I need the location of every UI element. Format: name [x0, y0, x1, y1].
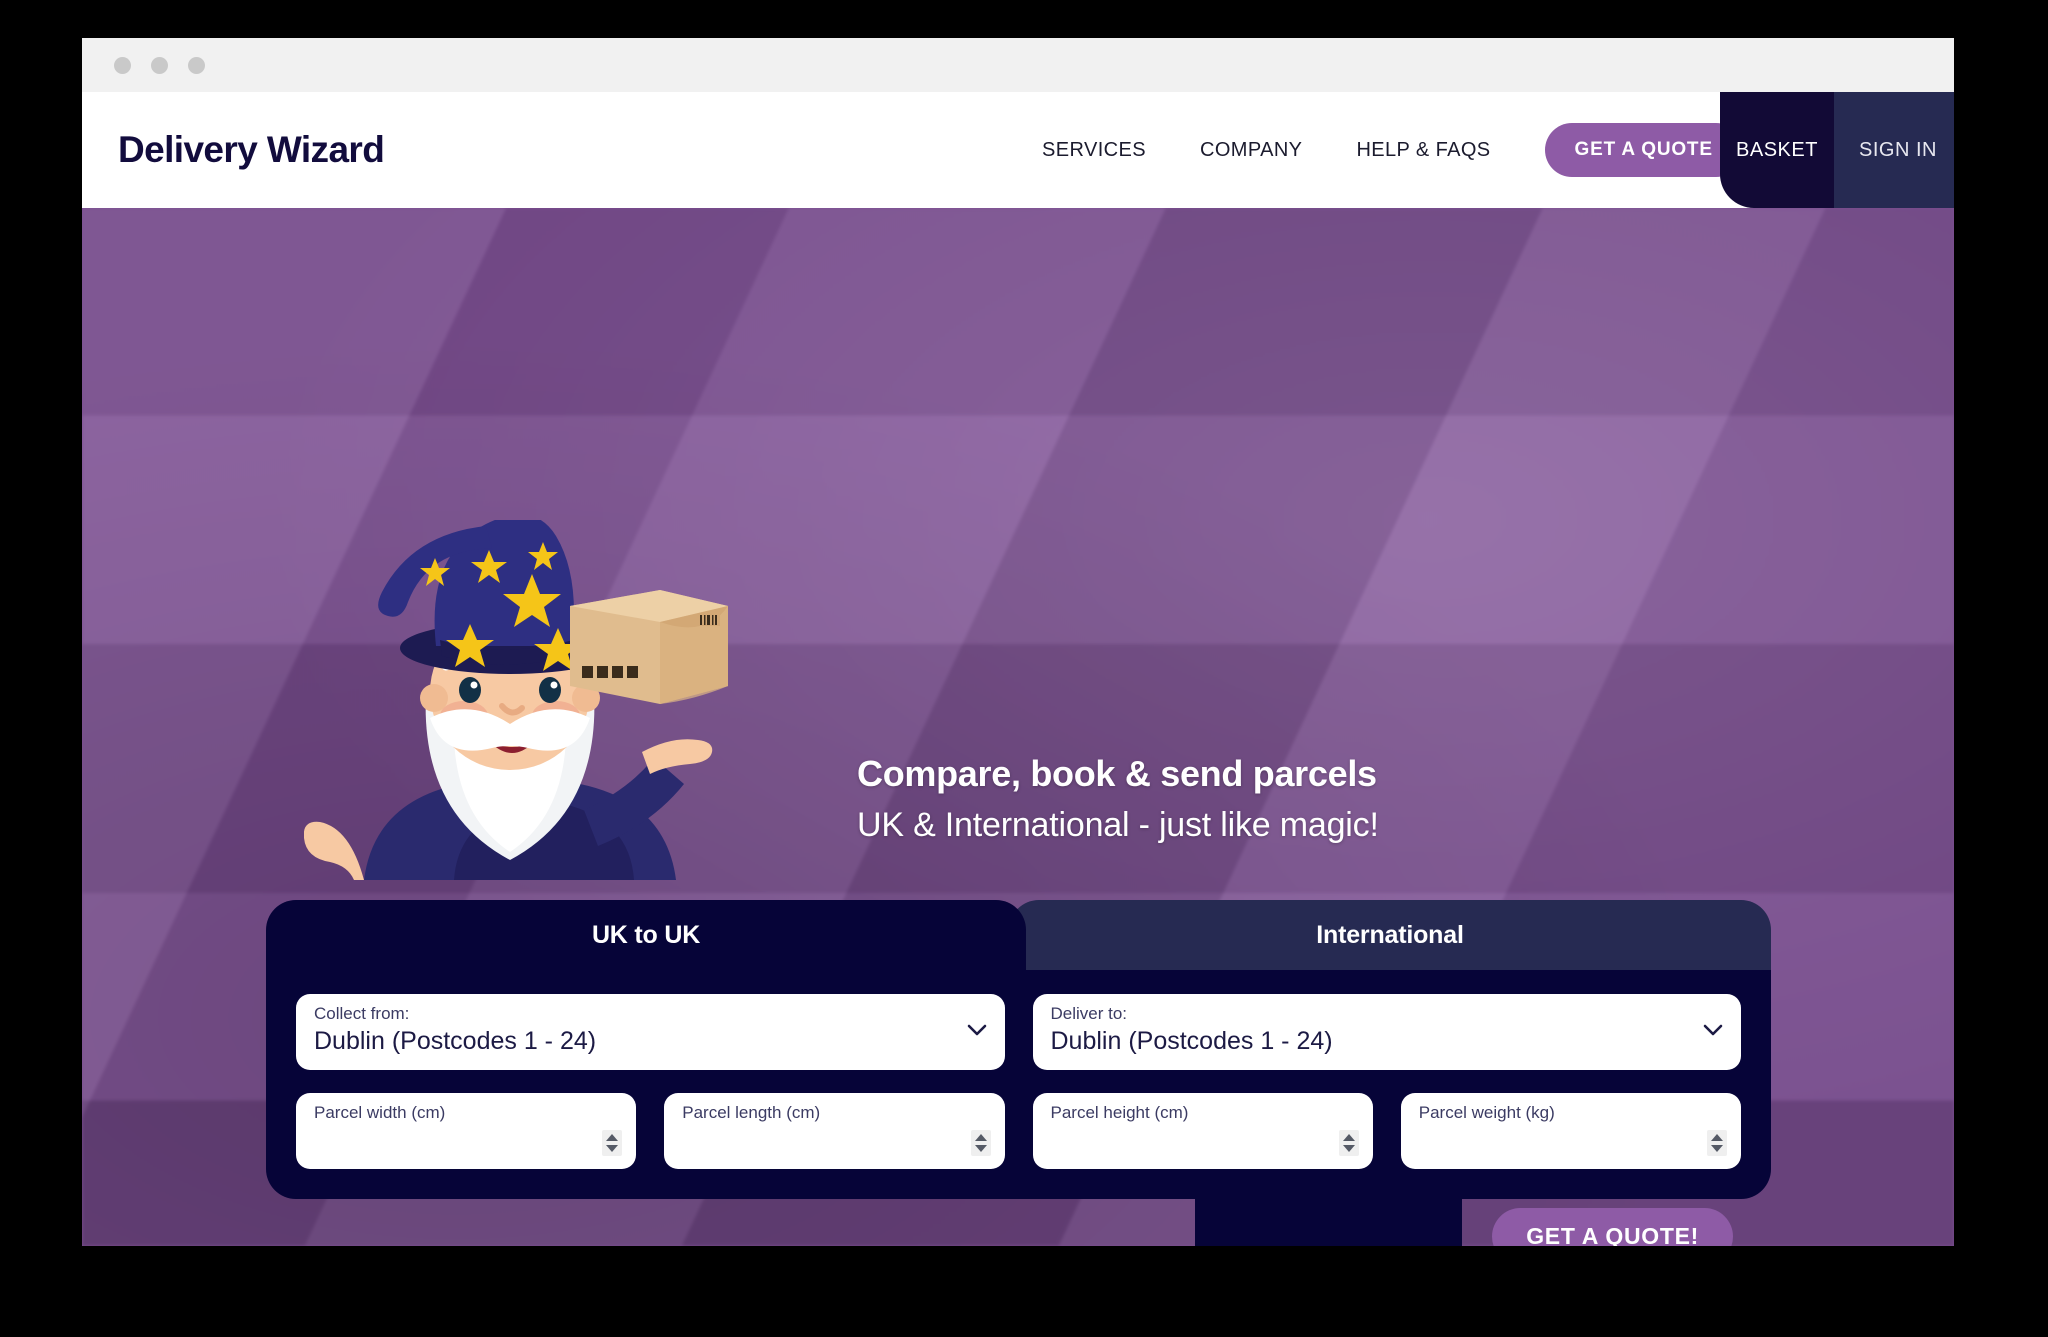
get-a-quote-nav-button[interactable]: GET A QUOTE — [1544, 123, 1743, 177]
deliver-to-value: Dublin (Postcodes 1 - 24) — [1050, 1026, 1333, 1055]
site-header: Delivery Wizard SERVICES COMPANY HELP & … — [82, 92, 1954, 208]
stepper-down-icon[interactable] — [606, 1145, 619, 1152]
account-actions: BASKET SIGN IN — [1720, 92, 1954, 208]
parcel-weight-label: Parcel weight (kg) — [1418, 1103, 1555, 1122]
parcel-box-icon — [570, 590, 728, 704]
tab-uk-to-uk[interactable]: UK to UK — [266, 900, 1026, 970]
deliver-to-select[interactable]: Deliver to: Dublin (Postcodes 1 - 24) — [1032, 994, 1741, 1070]
minimize-window-icon[interactable] — [151, 56, 168, 74]
stepper-down-icon[interactable] — [974, 1145, 987, 1152]
parcel-weight-input[interactable]: Parcel weight (kg) — [1400, 1093, 1741, 1169]
wizard-illustration — [304, 520, 728, 880]
collect-from-select[interactable]: Collect from: Dublin (Postcodes 1 - 24) — [296, 994, 1005, 1070]
parcel-height-label: Parcel height (cm) — [1050, 1103, 1189, 1122]
dimension-field-row: Parcel width (cm) Parcel length (cm) Par… — [296, 1093, 1741, 1169]
site-logo[interactable]: Delivery Wizard — [118, 129, 385, 171]
main-navigation: SERVICES COMPANY HELP & FAQS GET A QUOTE — [1042, 123, 1743, 177]
nav-item-help-faqs[interactable]: HELP & FAQS — [1356, 139, 1490, 162]
widget-tabs: International UK to UK — [266, 900, 1771, 970]
stepper-up-icon[interactable] — [606, 1134, 619, 1141]
hero-copy: Compare, book & send parcels UK & Intern… — [857, 753, 1379, 845]
parcel-width-label: Parcel width (cm) — [314, 1103, 446, 1122]
hero-section: Compare, book & send parcels UK & Intern… — [82, 208, 1954, 1246]
close-window-icon[interactable] — [114, 56, 131, 74]
location-field-row: Collect from: Dublin (Postcodes 1 - 24) … — [296, 994, 1741, 1070]
stepper-down-icon[interactable] — [1342, 1145, 1355, 1152]
parcel-length-label: Parcel length (cm) — [682, 1103, 821, 1122]
parcel-length-input[interactable]: Parcel length (cm) — [664, 1093, 1005, 1169]
basket-button[interactable]: BASKET — [1720, 92, 1834, 208]
stepper-up-icon[interactable] — [974, 1134, 987, 1141]
hero-title: Compare, book & send parcels — [857, 753, 1377, 794]
hero-subtitle: UK & International - just like magic! — [857, 806, 1379, 844]
nav-item-services[interactable]: SERVICES — [1042, 139, 1146, 162]
stepper-up-icon[interactable] — [1342, 1134, 1355, 1141]
tab-international[interactable]: International — [1009, 900, 1771, 970]
maximize-window-icon[interactable] — [188, 56, 205, 74]
parcel-weight-stepper[interactable] — [1707, 1130, 1727, 1156]
widget-body: Collect from: Dublin (Postcodes 1 - 24) … — [266, 970, 1771, 1199]
parcel-height-input[interactable]: Parcel height (cm) — [1032, 1093, 1373, 1169]
parcel-length-stepper[interactable] — [970, 1130, 991, 1156]
browser-titlebar — [82, 38, 1954, 92]
nav-item-company[interactable]: COMPANY — [1200, 139, 1302, 162]
parcel-width-input[interactable]: Parcel width (cm) — [296, 1093, 637, 1169]
stepper-up-icon[interactable] — [1711, 1134, 1723, 1141]
browser-window: Delivery Wizard SERVICES COMPANY HELP & … — [82, 38, 1954, 1246]
parcel-height-stepper[interactable] — [1338, 1130, 1359, 1156]
collect-from-value: Dublin (Postcodes 1 - 24) — [314, 1026, 597, 1055]
parcel-width-stepper[interactable] — [602, 1130, 623, 1156]
deliver-to-label: Deliver to: — [1050, 1004, 1128, 1023]
submit-row: GET A QUOTE! — [266, 1208, 1771, 1246]
collect-from-label: Collect from: — [314, 1004, 410, 1023]
booking-widget: International UK to UK Collect from: Dub… — [266, 900, 1771, 1199]
sign-in-button[interactable]: SIGN IN — [1834, 92, 1954, 208]
stepper-down-icon[interactable] — [1711, 1145, 1723, 1152]
get-a-quote-submit-button[interactable]: GET A QUOTE! — [1492, 1208, 1733, 1246]
